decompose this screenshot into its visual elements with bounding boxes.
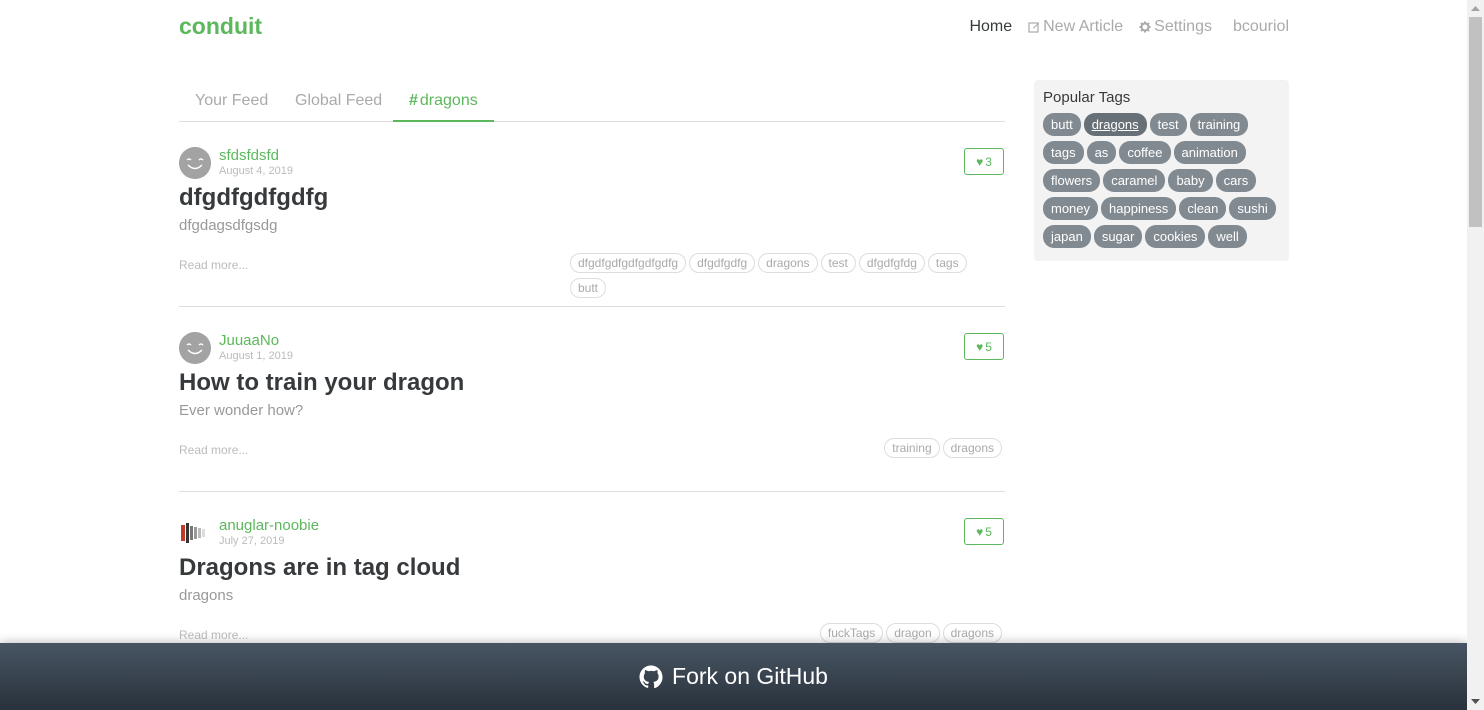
brand-logo[interactable]: conduit: [179, 13, 262, 40]
tag-cloud: butt dragons test training tags as coffe…: [1043, 113, 1280, 248]
tag-pill-sushi[interactable]: sushi: [1229, 197, 1276, 220]
article-tag: dfgdfgfdg: [858, 253, 925, 273]
author-link[interactable]: anuglar-noobie: [219, 517, 319, 534]
heart-icon: ♥: [976, 154, 984, 169]
avatar[interactable]: [179, 147, 211, 179]
compose-icon: [1028, 22, 1040, 33]
nav-home-label: Home: [969, 18, 1013, 35]
tag-pill-caramel[interactable]: caramel: [1103, 169, 1166, 192]
article-tag: dfgdfgdfgdfgdfgdfg: [570, 253, 687, 273]
article-title[interactable]: dfgdfgdfgdfg: [179, 184, 328, 212]
smiley-avatar-icon: [179, 147, 211, 179]
article-description: dfgdagsdfgsdg: [179, 217, 278, 234]
article-tag: dragon: [886, 623, 940, 643]
tag-pill-butt[interactable]: butt: [1043, 113, 1081, 136]
favorite-count: 5: [985, 339, 992, 354]
nav-new-article-label: New Article: [1043, 18, 1124, 35]
heart-icon: ♥: [976, 339, 984, 354]
tag-pill-clean[interactable]: clean: [1179, 197, 1227, 220]
favorite-button[interactable]: ♥ 3: [964, 148, 1004, 175]
article-date: August 4, 2019: [219, 165, 294, 177]
tab-tag-feed[interactable]: # dragons: [393, 80, 494, 122]
tag-pill-as[interactable]: as: [1086, 141, 1117, 164]
article-tag: tags: [927, 253, 967, 273]
tab-global-feed[interactable]: Global Feed: [279, 80, 398, 122]
smiley-avatar-icon: [179, 332, 211, 364]
sidebar-title: Popular Tags: [1043, 89, 1131, 106]
favorite-button[interactable]: ♥ 5: [964, 518, 1004, 545]
article-tag: test: [820, 253, 856, 273]
tab-tag-feed-label: dragons: [419, 92, 478, 109]
scroll-thumb[interactable]: [1469, 17, 1482, 227]
tag-pill-test[interactable]: test: [1149, 113, 1187, 136]
tab-your-feed[interactable]: Your Feed: [179, 80, 284, 122]
tag-pill-cars[interactable]: cars: [1215, 169, 1257, 192]
favorite-button[interactable]: ♥ 5: [964, 333, 1004, 360]
author-link[interactable]: sfdsfdsfd: [219, 147, 279, 164]
tag-pill-cookies[interactable]: cookies: [1145, 225, 1206, 248]
tag-pill-flowers[interactable]: flowers: [1043, 169, 1101, 192]
page: conduit Home New Article Settings bcouri…: [0, 0, 1467, 710]
article-date: July 27, 2019: [219, 535, 285, 547]
article-tag: dfgdfgdfg: [689, 253, 756, 273]
nav-new-article-link[interactable]: New Article: [1028, 18, 1123, 36]
read-more-link[interactable]: Read more...: [179, 443, 248, 457]
article-description: Ever wonder how?: [179, 402, 304, 419]
nav-settings-link[interactable]: Settings: [1139, 18, 1212, 36]
nav-user-link[interactable]: bcouriol: [1233, 18, 1289, 36]
navbar: conduit Home New Article Settings bcouri…: [179, 0, 1289, 56]
article-tag: dragons: [942, 623, 1002, 643]
article-preview: JuuaaNo August 1, 2019 ♥ 5 How to train y…: [179, 307, 1005, 492]
tag-pill-sugar[interactable]: sugar: [1093, 225, 1143, 248]
nav-settings-label: Settings: [1154, 18, 1212, 35]
article-tag: fuckTags: [819, 623, 884, 643]
tag-pill-japan[interactable]: japan: [1043, 225, 1091, 248]
fork-on-github-banner[interactable]: Fork on GitHub: [0, 643, 1467, 710]
article-tag-list: fuckTags dragon dragons: [602, 623, 1002, 643]
article-title[interactable]: Dragons are in tag cloud: [179, 554, 460, 582]
tag-pill-money[interactable]: money: [1043, 197, 1099, 220]
article-preview: sfdsfdsfd August 4, 2019 ♥ 3 dfgdfgdfgdfg…: [179, 122, 1005, 307]
scroll-up-icon[interactable]: [1467, 0, 1484, 17]
favorite-count: 5: [985, 524, 992, 539]
author-link[interactable]: JuuaaNo: [219, 332, 279, 349]
tag-pill-happiness[interactable]: happiness: [1101, 197, 1177, 220]
tag-pill-animation[interactable]: animation: [1173, 141, 1246, 164]
nav-links: Home New Article Settings bcouriol: [953, 18, 1289, 36]
article-tag: butt: [570, 278, 607, 298]
article-tag: training: [884, 438, 940, 458]
article-title[interactable]: How to train your dragon: [179, 369, 464, 397]
tag-pill-training[interactable]: training: [1189, 113, 1249, 136]
github-icon: [639, 665, 663, 688]
read-more-link[interactable]: Read more...: [179, 628, 248, 642]
read-more-link[interactable]: Read more...: [179, 258, 248, 272]
favorite-count: 3: [985, 154, 992, 169]
article-tag-list: training dragons: [602, 438, 1002, 458]
avatar[interactable]: [179, 517, 211, 549]
article-tag-list: dfgdfgdfgdfgdfgdfg dfgdfgdfg dragons tes…: [570, 253, 990, 298]
tag-pill-tags[interactable]: tags: [1043, 141, 1084, 164]
nav-home-link[interactable]: Home: [969, 18, 1012, 36]
tag-pill-baby[interactable]: baby: [1168, 169, 1213, 192]
gear-icon: [1139, 21, 1151, 33]
feed-toggle: Your Feed Global Feed # dragons: [179, 80, 1005, 122]
scroll-down-icon[interactable]: [1467, 693, 1484, 710]
hash-icon: #: [409, 92, 418, 109]
avatar[interactable]: [179, 332, 211, 364]
tag-pill-dragons[interactable]: dragons: [1083, 113, 1147, 136]
heart-icon: ♥: [976, 524, 984, 539]
article-tag: dragons: [942, 438, 1002, 458]
article-description: dragons: [179, 587, 234, 604]
vertical-scrollbar[interactable]: [1467, 0, 1484, 710]
popular-tags-sidebar: Popular Tags butt dragons test training …: [1034, 80, 1289, 261]
user-photo-icon: [179, 517, 211, 549]
tag-pill-well[interactable]: well: [1208, 225, 1247, 248]
article-date: August 1, 2019: [219, 350, 294, 362]
article-tag: dragons: [758, 253, 818, 273]
tag-pill-coffee[interactable]: coffee: [1119, 141, 1171, 164]
github-label: Fork on GitHub: [672, 663, 828, 689]
nav-user-label: bcouriol: [1232, 18, 1289, 35]
